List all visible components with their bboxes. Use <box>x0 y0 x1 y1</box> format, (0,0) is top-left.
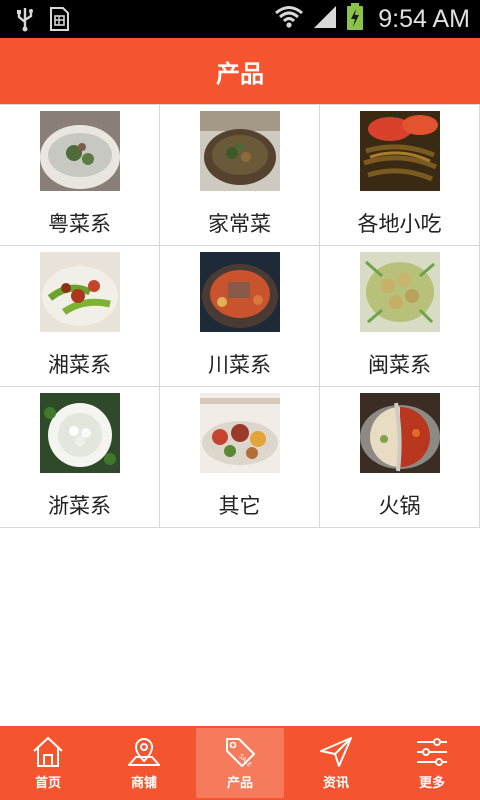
home-icon <box>33 736 63 767</box>
category-label: 湘菜系 <box>48 353 111 377</box>
nav-label: 资讯 <box>322 776 349 791</box>
hotpot-image <box>360 393 440 473</box>
nav-label: 首页 <box>34 776 61 791</box>
category-item[interactable]: 其它 <box>160 387 320 527</box>
home-dish-image <box>200 111 280 191</box>
svg-text:SALE: SALE <box>237 753 253 769</box>
grid-row: 粤菜系 家常菜 各地小吃 <box>0 105 480 246</box>
soup-dish-image <box>40 111 120 191</box>
category-label: 家常菜 <box>208 212 271 236</box>
noodle-snack-image <box>360 111 440 191</box>
bottom-nav: 首页 商铺 SALE 产品 资讯 更多 <box>0 726 480 800</box>
nav-label: 更多 <box>418 776 445 791</box>
category-item[interactable]: 浙菜系 <box>0 387 160 527</box>
category-grid: 粤菜系 家常菜 各地小吃 湘菜系 川菜系 闽菜系 浙菜系 其它 火锅 <box>0 104 480 528</box>
page-title: 产品 <box>216 59 264 88</box>
category-label: 粤菜系 <box>48 212 111 236</box>
category-label: 浙菜系 <box>48 494 111 518</box>
nav-label: 商铺 <box>130 776 157 791</box>
grid-row: 湘菜系 川菜系 闽菜系 <box>0 246 480 387</box>
category-item[interactable]: 各地小吃 <box>320 105 480 245</box>
paper-plane-icon <box>320 737 352 767</box>
category-label: 闽菜系 <box>368 353 431 377</box>
nav-item-more[interactable]: 更多 <box>384 726 480 800</box>
category-item[interactable]: 火锅 <box>320 387 480 527</box>
white-bowl-image <box>40 393 120 473</box>
sale-tag-icon: SALE <box>226 738 255 769</box>
category-item[interactable]: 闽菜系 <box>320 246 480 386</box>
status-bar: 9:54 AM <box>0 0 480 38</box>
sim-icon <box>48 6 70 36</box>
category-label: 各地小吃 <box>357 212 442 236</box>
category-item[interactable]: 家常菜 <box>160 105 320 245</box>
category-item[interactable]: 川菜系 <box>160 246 320 386</box>
nav-item-shops[interactable]: 商铺 <box>96 726 192 800</box>
usb-icon <box>14 6 36 36</box>
nav-item-products[interactable]: SALE 产品 <box>192 726 288 800</box>
sichuan-pot-image <box>200 252 280 332</box>
title-bar: 产品 <box>0 38 480 104</box>
sliders-icon <box>417 738 447 766</box>
nav-item-home[interactable]: 首页 <box>0 726 96 800</box>
category-label: 火锅 <box>378 494 421 518</box>
grid-row: 浙菜系 其它 火锅 <box>0 387 480 528</box>
map-pin-icon <box>128 738 160 766</box>
nav-label: 产品 <box>226 776 253 791</box>
category-item[interactable]: 粤菜系 <box>0 105 160 245</box>
category-label: 川菜系 <box>208 353 271 377</box>
category-label: 其它 <box>218 494 261 518</box>
clock: 9:54 AM <box>378 4 470 33</box>
battery-charging-icon <box>346 3 364 35</box>
pepper-dish-image <box>40 252 120 332</box>
category-item[interactable]: 湘菜系 <box>0 246 160 386</box>
abalone-dish-image <box>360 252 440 332</box>
nav-item-news[interactable]: 资讯 <box>288 726 384 800</box>
wifi-icon <box>274 4 304 34</box>
platter-image <box>200 393 280 473</box>
signal-icon <box>312 4 338 34</box>
